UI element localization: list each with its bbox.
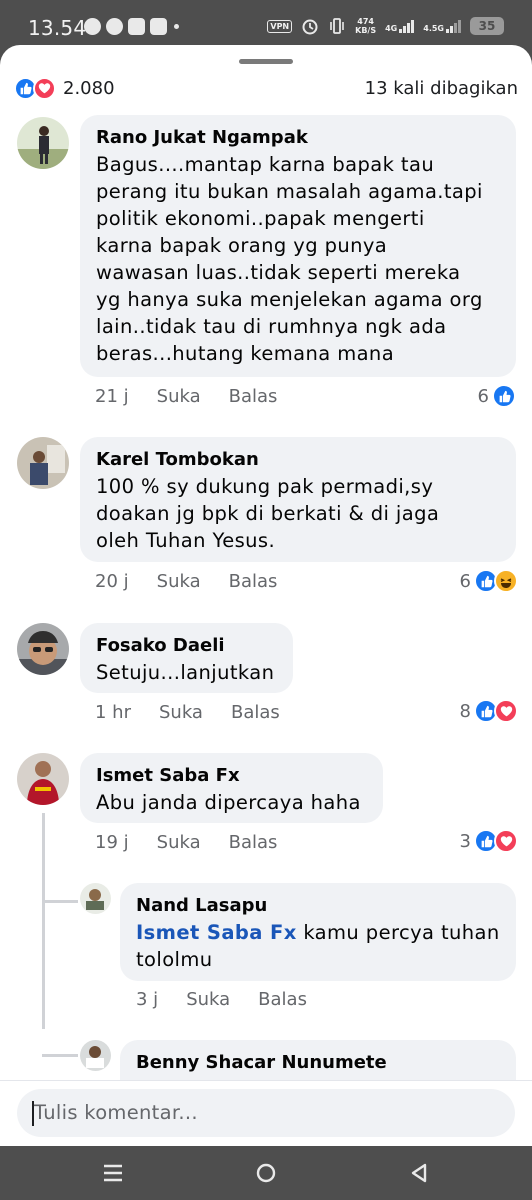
menu-icon[interactable] [101,1162,125,1184]
comment-time: 21 j [95,386,129,407]
like-button[interactable]: Suka [157,832,201,853]
avatar[interactable] [17,117,69,169]
avatar[interactable] [17,623,69,675]
home-icon[interactable] [254,1162,278,1184]
comment-reaction-count: 6 [459,570,471,592]
comment-time: 19 j [95,832,129,853]
comment-text-line: politik ekonomi..papak mengerti [96,207,425,230]
comment-text-line: lain..tidak tau di rumhnya ngk ada [96,315,447,338]
reaction-count: 2.080 [63,78,115,99]
comment-author[interactable]: Ismet Saba Fx [96,763,367,789]
like-button[interactable]: Suka [186,989,230,1010]
share-count[interactable]: 13 kali dibagikan [365,78,518,99]
comment-author[interactable]: Karel Tombokan [96,447,500,473]
avatar[interactable] [17,437,69,489]
reply-connector [42,1054,78,1057]
comment-text-line: wawasan luas..tidak seperti mereka [96,261,461,284]
comment-reaction-count: 3 [459,830,471,852]
comment-text-line: Bagus....mantap karna bapak tau [96,153,435,176]
comment-author[interactable]: Fosako Daeli [96,633,277,659]
notification-icons [84,18,179,35]
comment-reactions[interactable]: 8 [460,699,518,723]
reply-author[interactable]: Benny Shacar Nunumete [136,1050,500,1076]
comment-bubble[interactable]: Rano Jukat Ngampak Bagus....mantap karna… [80,115,516,377]
signal-1: 4G [385,19,415,33]
reply-connector [42,900,78,903]
vibrate-icon [330,18,344,34]
comment-text-line: beras...hutang kemana mana [96,342,395,365]
whatsapp-icon [84,18,101,35]
comment-reaction-count: 8 [459,700,471,722]
comment-input-placeholder: Tulis komentar... [34,1101,198,1124]
comments-sheet: 2.080 13 kali dibagikan Rano Jukat Ngamp… [0,45,532,1146]
like-button[interactable]: Suka [157,571,201,592]
love-icon [33,77,56,100]
reply-button[interactable]: Balas [229,571,278,592]
system-navigation-bar [0,1146,532,1200]
reply-button[interactable]: Balas [229,832,278,853]
comment-text-line: Setuju...lanjutkan [96,661,275,684]
comment-actions: 21 j Suka Balas [95,386,277,407]
avatar[interactable] [17,753,69,805]
comment-actions: 20 j Suka Balas [95,571,277,592]
comment-reactions[interactable]: 3 [460,829,518,853]
like-button[interactable]: Suka [157,386,201,407]
comment-composer: Tulis komentar... [0,1080,532,1146]
reaction-icons [14,77,56,100]
comment-text-line: karna bapak orang yg punya [96,234,388,257]
reply-time: 3 j [136,989,159,1010]
comment-text-line: 100 % sy dukung pak permadi,sy [96,475,434,498]
comment-time: 1 hr [95,702,131,723]
comment-actions: 1 hr Suka Balas [95,702,280,723]
comment-bubble[interactable]: Karel Tombokan 100 % sy dukung pak perma… [80,437,516,562]
clock: 13.54 [28,16,87,40]
love-icon [494,699,518,723]
reply-actions: 3 j Suka Balas [136,989,307,1010]
drag-handle[interactable] [239,59,293,64]
avatar[interactable] [80,883,111,914]
mention-link[interactable]: Ismet Saba Fx [136,921,297,944]
comment-text-line: Abu janda dipercaya haha [96,791,361,814]
signal-2: 4.5G [423,19,461,33]
reply-thread-line [42,813,45,1029]
reply-button[interactable]: Balas [258,989,307,1010]
reply-button[interactable]: Balas [229,386,278,407]
messenger-icon [106,18,123,35]
comment-bubble[interactable]: Ismet Saba Fx Abu janda dipercaya haha [80,753,383,823]
net-speed: 474 KB/S [355,17,377,35]
reply-button[interactable]: Balas [231,702,280,723]
reply-text-line: tololmu [136,948,213,971]
system-icons: VPN 474 KB/S 4G 4.5G 35 [267,17,504,35]
comment-text-line: oleh Tuhan Yesus. [96,529,276,552]
haha-icon [494,569,518,593]
comment-text-line: doakan jg bpk di berkati & di jaga [96,502,440,525]
like-icon [492,384,516,408]
battery-icon: 35 [470,17,504,35]
love-icon [494,829,518,853]
comment-text-line: yg hanya suka menjelekan agama org [96,288,483,311]
comment-time: 20 j [95,571,129,592]
comment-text-line: perang itu bukan masalah agama.tapi [96,180,483,203]
comment-input[interactable]: Tulis komentar... [17,1089,515,1137]
comment-reactions[interactable]: 6 [478,384,516,408]
tv-app-icon [150,18,167,35]
comment-actions: 19 j Suka Balas [95,832,277,853]
comment-author[interactable]: Rano Jukat Ngampak [96,125,500,151]
alarm-icon [302,19,318,35]
comment-reactions[interactable]: 6 [460,569,518,593]
comment-bubble[interactable]: Fosako Daeli Setuju...lanjutkan [80,623,293,693]
reactions-summary[interactable]: 2.080 13 kali dibagikan [14,77,518,101]
signal-bars-icon [399,19,415,33]
comment-reaction-count: 6 [477,385,489,407]
back-icon[interactable] [407,1162,431,1184]
reply-bubble[interactable]: Nand Lasapu Ismet Saba Fx kamu percya tu… [120,883,516,981]
discord-icon [128,18,145,35]
more-notifications-dot [174,24,179,29]
reply-text-line: Ismet Saba Fx kamu percya tuhan [136,921,500,944]
reply-author[interactable]: Nand Lasapu [136,893,500,919]
avatar[interactable] [80,1040,111,1071]
signal-bars-icon [446,19,461,33]
vpn-icon: VPN [267,19,293,33]
like-button[interactable]: Suka [159,702,203,723]
